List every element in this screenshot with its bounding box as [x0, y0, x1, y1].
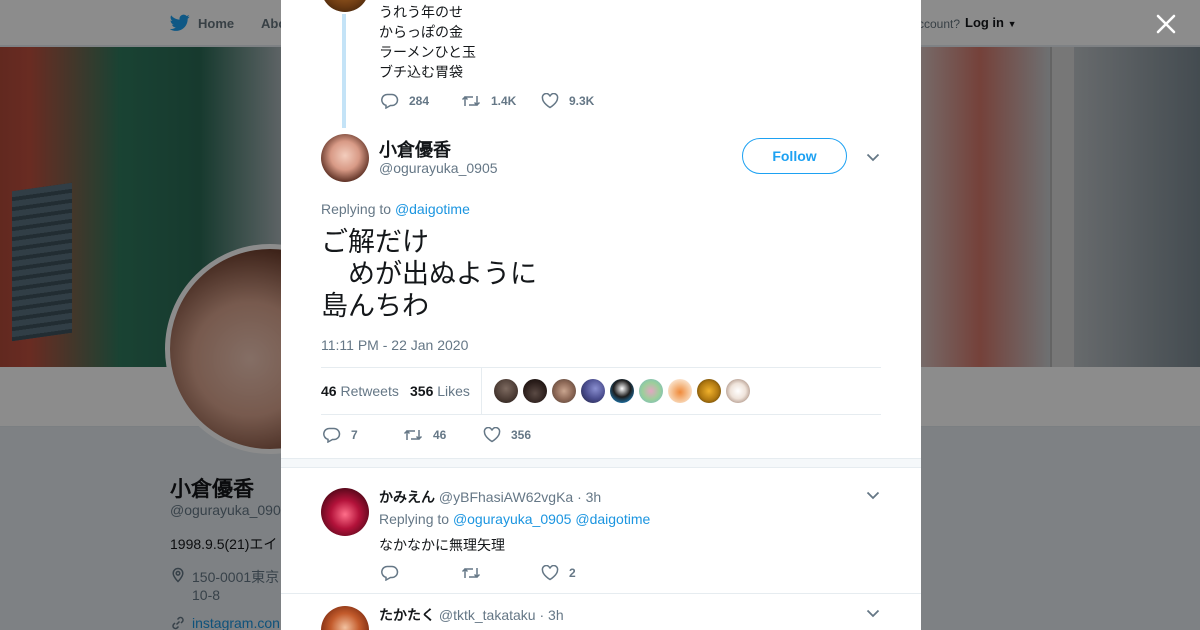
replying-to-prefix: Replying to [379, 511, 450, 527]
reply-count: 284 [409, 94, 430, 108]
reply-text: なかなかに無理矢理 [379, 537, 505, 553]
chevron-down-icon[interactable] [865, 605, 881, 621]
reply-count: 7 [351, 428, 358, 442]
follow-button[interactable]: Follow [742, 138, 847, 174]
liker-avatar[interactable] [494, 379, 518, 403]
reply-author-avatar[interactable] [321, 606, 369, 630]
tweet-actions: 7 46 356 [323, 427, 563, 443]
reply-action[interactable]: 284 [381, 93, 461, 109]
chevron-down-icon[interactable] [865, 149, 881, 165]
retweet-count: 46 [433, 428, 447, 442]
likes-stat[interactable]: 356 Likes [410, 383, 470, 399]
tweet-author-avatar[interactable] [321, 134, 369, 182]
retweets-stat[interactable]: 46 Retweets [321, 383, 399, 399]
reply-icon [381, 565, 399, 581]
retweets-stat-count: 46 [321, 383, 337, 399]
tweet-modal: うれう年のせ からっぽの金 ラーメンひと玉 ブチ込む胃袋 284 1.4K 9.… [281, 0, 921, 630]
tweet-stats: 46 Retweets 356 Likes [321, 367, 881, 415]
mention-link[interactable]: @daigotime [575, 511, 650, 527]
heart-icon [541, 93, 559, 109]
previous-tweet-text: うれう年のせ からっぽの金 ラーメンひと玉 ブチ込む胃袋 [379, 2, 476, 82]
reply-author-name[interactable]: たかたく [379, 607, 435, 623]
mention-link[interactable]: @daigotime [395, 201, 470, 217]
reply-time[interactable]: · 3h [577, 489, 601, 505]
reply-header: かみえん @yBFhasiAW62vgKa · 3h [379, 487, 601, 507]
replying-to: Replying to @daigotime [321, 201, 470, 217]
previous-tweet-actions: 284 1.4K 9.3K [381, 93, 621, 109]
reply-author-name[interactable]: かみえん [379, 489, 435, 505]
likes-stat-count: 356 [410, 383, 434, 399]
thread-connector-line [342, 14, 346, 128]
mention-link[interactable]: @ogurayuka_0905 [453, 511, 572, 527]
reply-author-avatar[interactable] [321, 488, 369, 536]
like-count: 356 [511, 428, 532, 442]
like-action[interactable]: 2 [541, 565, 621, 581]
previous-tweet-line: からっぽの金 [379, 24, 463, 40]
tweet-author-name[interactable]: 小倉優香 [379, 136, 451, 162]
reply-icon [381, 93, 399, 109]
retweet-action[interactable]: 46 [403, 427, 483, 443]
retweet-icon [461, 95, 481, 107]
liker-avatar[interactable] [581, 379, 605, 403]
retweet-action[interactable] [461, 565, 541, 581]
previous-tweet-line: ブチ込む胃袋 [379, 64, 463, 80]
reply-header: たかたく @tktk_takataku · 3h [379, 605, 564, 625]
reply-action[interactable] [381, 565, 461, 581]
liker-avatar[interactable] [697, 379, 721, 403]
liker-avatar[interactable] [639, 379, 663, 403]
reply-action[interactable]: 7 [323, 427, 403, 443]
reply-author-handle[interactable]: @yBFhasiAW62vgKa [439, 489, 573, 505]
like-action[interactable]: 9.3K [541, 93, 621, 109]
tweet-timestamp[interactable]: 11:11 PM - 22 Jan 2020 [321, 337, 468, 353]
replying-to-prefix: Replying to [321, 201, 392, 217]
like-action[interactable]: 356 [483, 427, 563, 443]
reply-actions: 2 [381, 565, 621, 581]
reply-divider [281, 593, 921, 594]
previous-tweet-line: うれう年のせ [379, 4, 463, 20]
liker-avatar[interactable] [552, 379, 576, 403]
reply-author-handle[interactable]: @tktk_takataku [439, 607, 536, 623]
retweet-icon [403, 429, 423, 441]
liker-avatar[interactable] [523, 379, 547, 403]
retweet-count: 1.4K [491, 94, 517, 108]
liker-avatar[interactable] [668, 379, 692, 403]
heart-icon [483, 427, 501, 443]
tweet-author-handle[interactable]: @ogurayuka_0905 [379, 160, 498, 176]
like-count: 2 [569, 566, 576, 580]
reply-icon [323, 427, 341, 443]
heart-icon [541, 565, 559, 581]
tweet-text: ご解だけ めが出ぬように 島んちわ [321, 227, 537, 321]
previous-tweet-line: ラーメンひと玉 [379, 44, 477, 60]
like-count: 9.3K [569, 94, 595, 108]
stats-divider [481, 368, 482, 414]
close-icon[interactable] [1152, 10, 1180, 38]
reply-replying-to: Replying to @ogurayuka_0905 @daigotime [379, 511, 650, 527]
chevron-down-icon[interactable] [865, 487, 881, 503]
retweet-action[interactable]: 1.4K [461, 93, 541, 109]
retweet-icon [461, 567, 481, 579]
replies-separator [281, 458, 921, 468]
likes-stat-label: Likes [437, 383, 470, 399]
reply-time[interactable]: · 3h [539, 607, 563, 623]
liker-avatar[interactable] [610, 379, 634, 403]
retweets-stat-label: Retweets [340, 383, 399, 399]
liker-avatar[interactable] [726, 379, 750, 403]
previous-tweet-avatar[interactable] [321, 0, 369, 12]
